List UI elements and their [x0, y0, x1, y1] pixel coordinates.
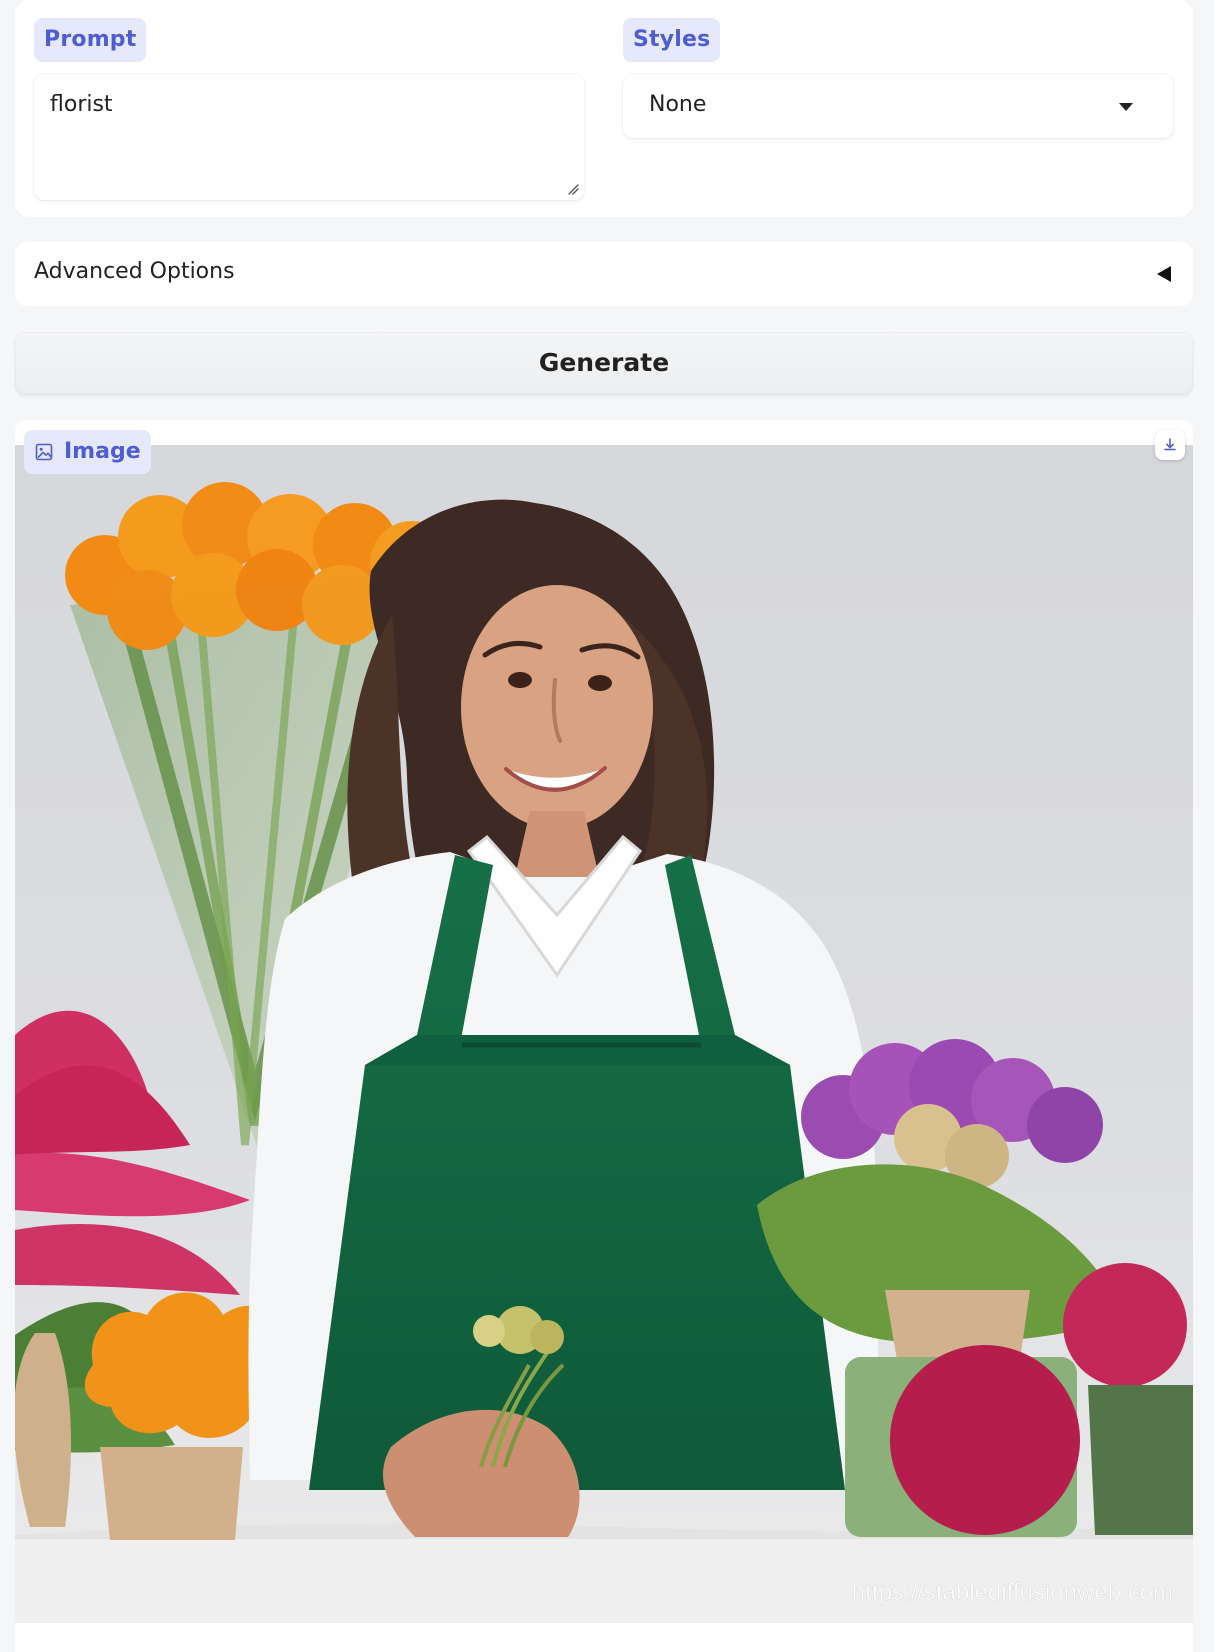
- image-label-chip: Image: [24, 430, 151, 474]
- image-output-panel: Image https://stablediffusionweb.com: [15, 420, 1193, 1652]
- advanced-options-label: Advanced Options: [34, 259, 235, 284]
- download-button[interactable]: [1155, 430, 1185, 460]
- prompt-label: Prompt: [34, 18, 147, 62]
- image-label: Image: [64, 439, 141, 464]
- generated-image: https://stablediffusionweb.com: [15, 445, 1193, 1623]
- image-icon: [35, 443, 53, 461]
- styles-dropdown[interactable]: None: [623, 74, 1173, 138]
- styles-selected-value: None: [649, 92, 707, 117]
- styles-label: Styles: [623, 18, 721, 62]
- image-watermark: https://stablediffusionweb.com: [852, 1579, 1173, 1606]
- app-root: Prompt florist Styles None Advanced Opti…: [0, 0, 1214, 1652]
- prompt-text: florist: [50, 92, 113, 117]
- triangle-left-icon[interactable]: [1157, 266, 1171, 282]
- florist-illustration: https://stablediffusionweb.com: [15, 445, 1193, 1623]
- prompt-textarea[interactable]: florist: [34, 74, 584, 200]
- generate-button[interactable]: Generate: [15, 332, 1193, 394]
- advanced-options-accordion[interactable]: Advanced Options: [15, 242, 1193, 306]
- download-icon: [1164, 438, 1176, 451]
- input-panel: Prompt florist Styles None: [15, 0, 1193, 217]
- chevron-down-icon: [1119, 103, 1133, 111]
- resize-handle-icon[interactable]: [566, 182, 580, 196]
